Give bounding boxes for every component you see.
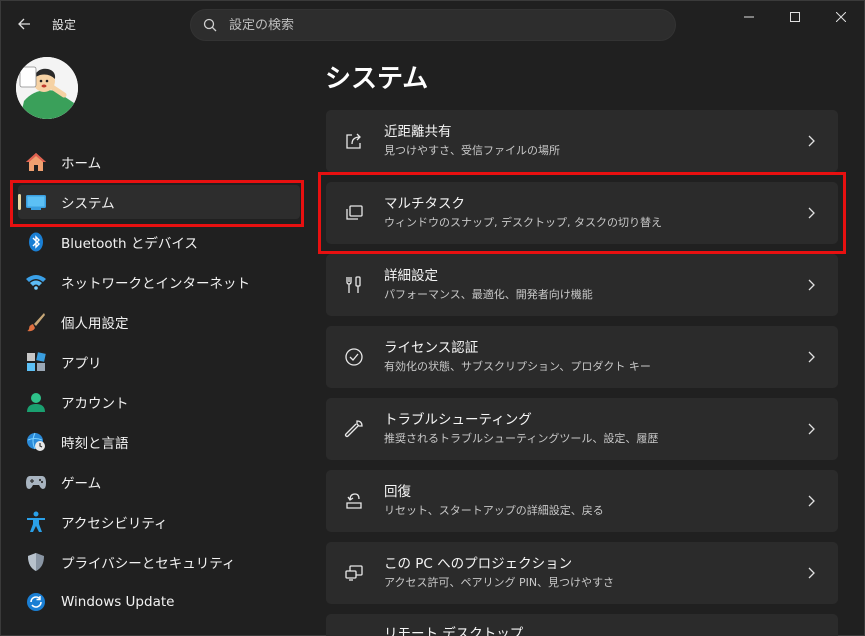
minimize-button[interactable] (726, 0, 772, 34)
card-nearby-sharing[interactable]: 近距離共有 見つけやすさ、受信ファイルの場所 (326, 110, 838, 172)
card-subtitle: 有効化の状態、サブスクリプション、プロダクト キー (384, 359, 651, 373)
card-title: マルチタスク (384, 195, 465, 212)
shield-icon (24, 550, 48, 574)
bluetooth-icon (24, 230, 48, 254)
recovery-icon (342, 489, 366, 513)
gamepad-icon (24, 470, 48, 494)
chevron-right-icon (808, 347, 820, 367)
chevron-right-icon (808, 203, 820, 223)
card-remote-desktop[interactable]: リモート デスクトップ (326, 614, 838, 636)
chevron-right-icon (808, 491, 820, 511)
accessibility-icon (24, 510, 48, 534)
card-subtitle: 推奨されるトラブルシューティングツール、設定、履歴 (384, 431, 659, 445)
sidebar-item-label: アプリ (61, 356, 102, 372)
sidebar-item-label: ネットワークとインターネット (61, 276, 250, 292)
card-subtitle: パフォーマンス、最適化、開発者向け機能 (384, 287, 593, 301)
card-subtitle: アクセス許可、ペアリング PIN、見つけやすさ (384, 575, 615, 589)
app-title: 設定 (52, 18, 77, 32)
sidebar-item-time-language[interactable]: 時刻と言語 (18, 425, 300, 459)
chevron-right-icon (808, 131, 820, 151)
sidebar-item-label: ゲーム (61, 476, 102, 492)
system-monitor-icon (24, 190, 48, 214)
card-activation[interactable]: ライセンス認証 有効化の状態、サブスクリプション、プロダクト キー (326, 326, 838, 388)
multitask-icon (342, 201, 366, 225)
card-subtitle: 見つけやすさ、受信ファイルの場所 (384, 143, 560, 157)
wifi-icon (24, 270, 48, 294)
card-title: この PC へのプロジェクション (384, 555, 573, 572)
maximize-button[interactable] (772, 0, 818, 34)
account-icon (24, 390, 48, 414)
sidebar-item-home[interactable]: ホーム (18, 145, 300, 179)
arrow-left-icon (18, 18, 30, 30)
maximize-icon (790, 12, 800, 22)
title-bar: 設定 (0, 0, 865, 48)
sidebar-item-label: アクセシビリティ (61, 516, 168, 532)
card-multitasking[interactable]: マルチタスク ウィンドウのスナップ, デスクトップ, タスクの切り替え (326, 182, 838, 244)
sidebar-item-label: Bluetooth とデバイス (61, 236, 198, 252)
card-title: ライセンス認証 (384, 339, 479, 356)
card-title: 回復 (384, 483, 411, 500)
sidebar-item-label: Windows Update (61, 594, 175, 610)
search-input[interactable] (229, 17, 649, 33)
chevron-right-icon (808, 419, 820, 439)
sidebar-item-privacy[interactable]: プライバシーとセキュリティ (18, 545, 300, 579)
wrench-icon (342, 417, 366, 441)
search-box[interactable] (190, 9, 676, 41)
sidebar-item-windows-update[interactable]: Windows Update (18, 585, 300, 619)
card-title: トラブルシューティング (384, 411, 532, 428)
sidebar-item-label: ホーム (61, 156, 102, 172)
sidebar-item-label: 個人用設定 (61, 316, 129, 332)
card-subtitle: ウィンドウのスナップ, デスクトップ, タスクの切り替え (384, 215, 662, 229)
page-title: システム (325, 64, 429, 94)
card-title: リモート デスクトップ (384, 626, 524, 636)
card-troubleshoot[interactable]: トラブルシューティング 推奨されるトラブルシューティングツール、設定、履歴 (326, 398, 838, 460)
card-subtitle: リセット、スタートアップの詳細設定、戻る (384, 503, 604, 517)
home-icon (24, 150, 48, 174)
update-icon (24, 590, 48, 614)
close-button[interactable] (818, 0, 864, 34)
card-recovery[interactable]: 回復 リセット、スタートアップの詳細設定、戻る (326, 470, 838, 532)
sidebar-item-bluetooth[interactable]: Bluetooth とデバイス (18, 225, 300, 259)
sidebar-item-accessibility[interactable]: アクセシビリティ (18, 505, 300, 539)
close-icon (836, 12, 846, 22)
sidebar-item-gaming[interactable]: ゲーム (18, 465, 300, 499)
card-advanced[interactable]: 詳細設定 パフォーマンス、最適化、開発者向け機能 (326, 254, 838, 316)
minimize-icon (744, 16, 754, 18)
share-icon (342, 129, 366, 153)
sidebar-item-label: 時刻と言語 (61, 436, 129, 452)
globe-clock-icon (24, 430, 48, 454)
sidebar-item-label: アカウント (61, 396, 129, 412)
sidebar-item-system[interactable]: システム (18, 185, 300, 219)
sidebar-item-label: システム (61, 196, 115, 212)
card-title: 詳細設定 (384, 267, 438, 284)
sidebar-item-accounts[interactable]: アカウント (18, 385, 300, 419)
apps-icon (24, 350, 48, 374)
user-avatar[interactable] (16, 57, 78, 119)
check-circle-icon (342, 345, 366, 369)
sidebar-item-personalization[interactable]: 個人用設定 (18, 305, 300, 339)
card-title: 近距離共有 (384, 123, 452, 140)
brush-icon (24, 310, 48, 334)
selection-indicator (18, 194, 21, 210)
sidebar-item-label: プライバシーとセキュリティ (61, 556, 236, 572)
tools-icon (342, 273, 366, 297)
chevron-right-icon (808, 563, 820, 583)
sidebar-item-apps[interactable]: アプリ (18, 345, 300, 379)
projection-icon (342, 561, 366, 585)
chevron-right-icon (808, 275, 820, 295)
back-button[interactable] (10, 12, 38, 36)
search-icon (191, 18, 229, 32)
sidebar-item-network[interactable]: ネットワークとインターネット (18, 265, 300, 299)
card-projection[interactable]: この PC へのプロジェクション アクセス許可、ペアリング PIN、見つけやすさ (326, 542, 838, 604)
